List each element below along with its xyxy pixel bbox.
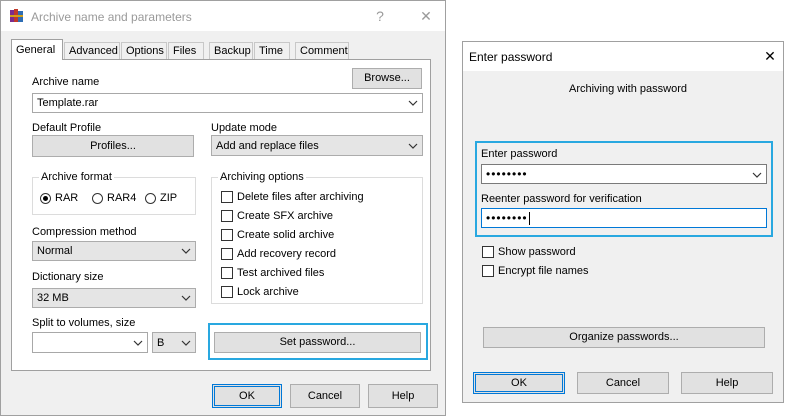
- password-fields-highlight: [475, 141, 773, 237]
- tab-backup[interactable]: Backup: [209, 42, 253, 59]
- split-volumes-label: Split to volumes, size: [32, 317, 136, 329]
- create-sfx-checkbox[interactable]: [221, 210, 233, 222]
- compression-method-label: Compression method: [32, 226, 137, 238]
- delete-files-checkbox[interactable]: [221, 191, 233, 203]
- chevron-down-icon: [181, 340, 191, 346]
- format-zip-radio[interactable]: [145, 193, 156, 204]
- test-files-label[interactable]: Test archived files: [237, 267, 324, 279]
- winrar-books-icon: [10, 9, 23, 22]
- archive-dialog-titlebar[interactable]: Archive name and parameters ? ✕: [1, 1, 445, 31]
- help-title-button[interactable]: ?: [369, 6, 391, 26]
- chevron-down-icon[interactable]: [408, 100, 418, 106]
- test-files-checkbox[interactable]: [221, 267, 233, 279]
- recovery-record-label[interactable]: Add recovery record: [237, 248, 336, 260]
- tab-general[interactable]: General: [11, 39, 63, 60]
- archiving-options-label: Archiving options: [218, 171, 306, 183]
- default-profile-label: Default Profile: [32, 122, 102, 134]
- delete-files-label[interactable]: Delete files after archiving: [237, 191, 364, 203]
- password-help-button[interactable]: Help: [681, 372, 773, 394]
- recovery-record-checkbox[interactable]: [221, 248, 233, 260]
- split-unit-value: B: [157, 336, 165, 349]
- encrypt-names-label[interactable]: Encrypt file names: [498, 265, 588, 277]
- dictionary-size-select[interactable]: 32 MB: [32, 288, 196, 308]
- tab-comment[interactable]: Comment: [295, 42, 349, 59]
- show-password-label[interactable]: Show password: [498, 246, 576, 258]
- tab-time[interactable]: Time: [254, 42, 290, 59]
- create-solid-label[interactable]: Create solid archive: [237, 229, 334, 241]
- format-rar-label[interactable]: RAR: [55, 192, 78, 204]
- general-panel: Archive name Browse... Template.rar Defa…: [11, 59, 431, 371]
- format-rar4-label[interactable]: RAR4: [107, 192, 136, 204]
- password-ok-button[interactable]: OK: [473, 372, 565, 394]
- update-mode-select[interactable]: Add and replace files: [211, 135, 423, 156]
- dictionary-size-label: Dictionary size: [32, 271, 104, 283]
- archive-name-field[interactable]: Template.rar: [32, 93, 423, 113]
- password-dialog-title: Enter password: [469, 50, 553, 64]
- password-cancel-button[interactable]: Cancel: [577, 372, 669, 394]
- close-icon[interactable]: ✕: [759, 46, 781, 66]
- create-solid-checkbox[interactable]: [221, 229, 233, 241]
- ok-label: OK: [239, 390, 255, 402]
- format-rar4-radio[interactable]: [92, 193, 103, 204]
- ok-button[interactable]: OK: [212, 384, 282, 408]
- archive-dialog: Archive name and parameters ? ✕ General …: [0, 0, 446, 416]
- chevron-down-icon: [181, 248, 191, 254]
- profiles-button[interactable]: Profiles...: [32, 135, 194, 157]
- show-password-checkbox[interactable]: [482, 246, 494, 258]
- help-label: Help: [391, 390, 415, 402]
- password-cancel-label: Cancel: [605, 377, 641, 389]
- chevron-down-icon: [408, 143, 418, 149]
- archive-format-label: Archive format: [39, 171, 114, 183]
- profiles-label: Profiles...: [90, 140, 136, 152]
- format-rar-radio[interactable]: [40, 193, 51, 204]
- organize-passwords-button[interactable]: Organize passwords...: [483, 327, 765, 348]
- split-unit-select[interactable]: B: [152, 332, 196, 353]
- split-size-field[interactable]: [32, 332, 148, 353]
- password-help-label: Help: [715, 377, 739, 389]
- close-icon[interactable]: ✕: [415, 6, 437, 26]
- tab-advanced[interactable]: Advanced: [64, 42, 120, 59]
- help-button[interactable]: Help: [368, 384, 438, 408]
- archive-dialog-title: Archive name and parameters: [31, 10, 192, 24]
- cancel-button[interactable]: Cancel: [290, 384, 360, 408]
- archive-name-label: Archive name: [32, 76, 100, 88]
- cancel-label: Cancel: [307, 390, 343, 402]
- lock-archive-checkbox[interactable]: [221, 286, 233, 298]
- chevron-down-icon[interactable]: [133, 340, 143, 346]
- update-mode-label: Update mode: [211, 122, 278, 134]
- browse-button[interactable]: Browse...: [352, 68, 422, 89]
- password-ok-label: OK: [511, 377, 527, 389]
- tab-files[interactable]: Files: [168, 42, 204, 59]
- archive-name-value: Template.rar: [37, 97, 99, 109]
- format-zip-label[interactable]: ZIP: [160, 192, 177, 204]
- lock-archive-label[interactable]: Lock archive: [237, 286, 299, 298]
- create-sfx-label[interactable]: Create SFX archive: [237, 210, 333, 222]
- compression-method-value: Normal: [37, 245, 73, 257]
- compression-method-select[interactable]: Normal: [32, 241, 196, 261]
- update-mode-value: Add and replace files: [216, 139, 319, 152]
- set-password-highlight: [208, 323, 428, 360]
- tab-options[interactable]: Options: [121, 42, 167, 59]
- browse-label: Browse...: [364, 72, 410, 84]
- archiving-with-password-heading: Archiving with password: [569, 83, 687, 95]
- encrypt-names-checkbox[interactable]: [482, 265, 494, 277]
- organize-passwords-label: Organize passwords...: [569, 331, 679, 343]
- password-dialog-titlebar[interactable]: Enter password ✕: [463, 42, 783, 71]
- chevron-down-icon: [181, 295, 191, 301]
- dictionary-size-value: 32 MB: [37, 292, 69, 304]
- password-dialog: Enter password ✕ Archiving with password…: [462, 41, 784, 403]
